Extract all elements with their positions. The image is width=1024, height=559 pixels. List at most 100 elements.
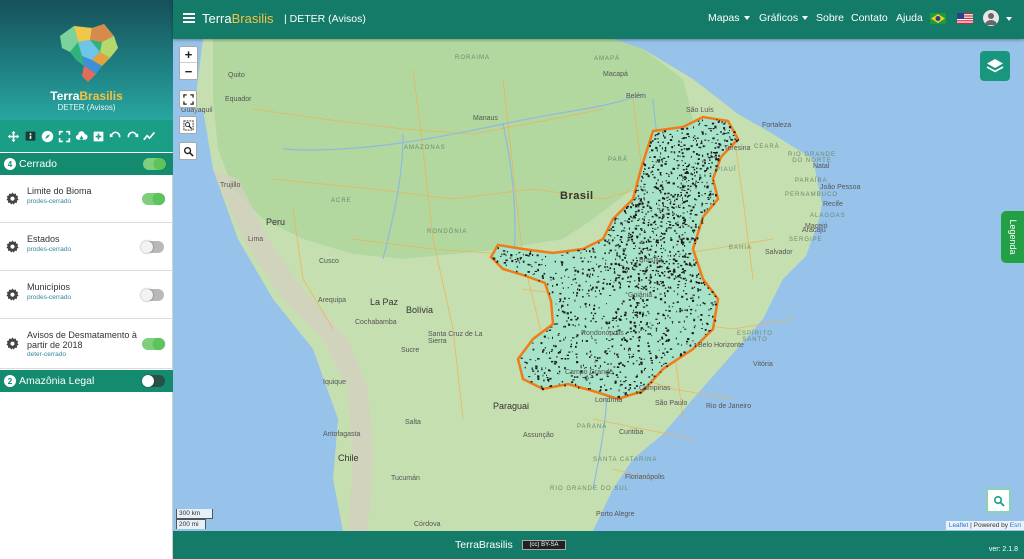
menu-graficos[interactable]: Gráficos [759,12,809,24]
map-label: Salta [405,419,421,426]
map-label: Cusco [319,258,339,265]
add-icon[interactable] [91,129,106,144]
map-label: Paraguai [493,401,530,411]
gear-icon[interactable] [6,239,19,253]
map-label: Iquique [323,379,346,386]
layer-toggle[interactable] [142,337,165,350]
layer-name: Municípios [27,282,71,292]
map-label: RIO GRANDE DO NORTE [787,152,836,164]
fullscreen-icon[interactable] [57,129,72,144]
layer-count-badge: 2 [4,375,16,387]
layer-item-municipios: Municípios prodes-cerrado [0,271,173,319]
brazil-flag-icon[interactable] [930,13,946,24]
layer-name: Avisos de Desmatamento à partir de 2018 [27,330,137,350]
map-label: Rio de Janeiro [706,403,752,410]
map-label: Equador [225,96,252,103]
hamburger-menu-icon[interactable] [183,13,195,23]
undo-icon[interactable] [108,129,123,144]
legend-tab[interactable]: Legenda [1001,211,1024,263]
zoom-out-button[interactable]: − [180,63,197,79]
layer-group-cerrado[interactable]: 4 Cerrado [0,153,173,175]
map-view[interactable]: Brasil Peru Bolívia Paraguai Chile Equad… [173,39,1024,531]
map-label: PIAUÍ [716,167,737,173]
map-label: Bolívia [406,305,434,315]
layer-count-badge: 4 [4,158,16,170]
app-subtitle: | DETER (Avisos) [284,13,366,25]
map-label: Campinas [639,385,671,392]
menu-contato[interactable]: Contato [851,12,888,24]
layer-toggle[interactable] [141,240,164,253]
map-label: Chile [338,453,359,463]
info-icon[interactable] [23,129,38,144]
layers-icon [986,59,1004,73]
group-cerrado-toggle[interactable] [143,158,166,170]
redo-icon[interactable] [125,129,140,144]
map-label: SANTA CATARINA [593,457,658,463]
esri-link[interactable]: Esri [1010,522,1021,529]
map-search-button[interactable] [179,142,197,160]
map-label: Vitória [753,361,773,368]
map-label: Campo Grande [565,369,613,376]
map-label: RIO GRANDE DO SUL [550,486,630,492]
map-label: Santa Cruz de La Sierra [428,331,483,345]
cloud-download-icon[interactable] [74,129,89,144]
top-navbar: TerraBrasilis | DETER (Avisos) Mapas Grá… [173,0,1024,39]
scale-km: 300 km [176,509,213,519]
map-label: BAHIA [729,245,753,251]
layer-group-amazonia-legal[interactable]: 2 Amazônia Legal [0,370,173,392]
layer-toggle[interactable] [142,192,165,205]
map-label: Tucumán [391,475,420,482]
map-label: Guayaquil [181,107,213,114]
pan-icon[interactable] [6,129,21,144]
zoom-box-button[interactable] [179,116,197,134]
layer-source: prodes-cerrado [27,246,72,253]
map-label: La Paz [370,297,399,307]
layers-button[interactable] [980,51,1010,81]
legend-tab-label: Legenda [1008,219,1018,255]
zoom-box-icon [182,119,194,131]
map-label: SERGIPE [789,237,823,243]
leaflet-link[interactable]: Leaflet [949,522,969,529]
map-label: RONDÔNIA [427,229,468,235]
user-avatar-icon[interactable] [983,10,999,26]
group-amazonia-toggle[interactable] [142,375,165,387]
zoom-in-button[interactable]: + [180,47,197,63]
map-label: Belo Horizonte [698,342,744,349]
layer-toggle[interactable] [141,288,164,301]
map-label: Lima [248,236,264,243]
brand-name: TerraBrasilis [50,89,123,103]
gear-icon[interactable] [6,191,19,205]
app-title[interactable]: TerraBrasilis [202,11,274,26]
map-attribution: Leaflet | Powered by Esri [945,521,1024,530]
gear-icon[interactable] [6,336,19,350]
compass-icon[interactable] [40,129,55,144]
fullscreen-icon [182,93,194,105]
map-label: São Paulo [655,400,688,407]
location-search-button[interactable] [986,488,1011,513]
menu-sobre[interactable]: Sobre [816,12,844,24]
map-toolbar [0,120,173,152]
map-label: AMAPÁ [594,56,621,62]
map-label: CEARÁ [754,144,780,150]
menu-mapas[interactable]: Mapas [708,12,750,24]
layer-name: Estados [27,234,60,244]
chevron-down-icon[interactable] [1006,17,1012,21]
map-label: RORAIMA [455,55,491,61]
fullscreen-button[interactable] [179,90,197,108]
menu-ajuda[interactable]: Ajuda [896,12,923,24]
cc-license-badge[interactable]: (cc) BY-SA [522,540,566,550]
map-label: PARANÁ [577,424,608,430]
search-icon [993,495,1005,507]
map-label: Aracaju [802,227,826,234]
usa-flag-icon[interactable] [957,13,973,24]
map-label: Belém [626,93,646,100]
map-label: Goiânia [628,292,653,299]
layer-source: prodes-cerrado [27,198,72,205]
layer-name: Limite do Bioma [27,186,92,196]
gear-icon[interactable] [6,287,19,301]
map-label: Quito [228,72,245,79]
chart-line-icon[interactable] [142,129,157,144]
map-label: Trujillo [220,182,241,189]
map-label: São Luís [686,107,714,114]
map-label: Fortaleza [762,122,792,129]
